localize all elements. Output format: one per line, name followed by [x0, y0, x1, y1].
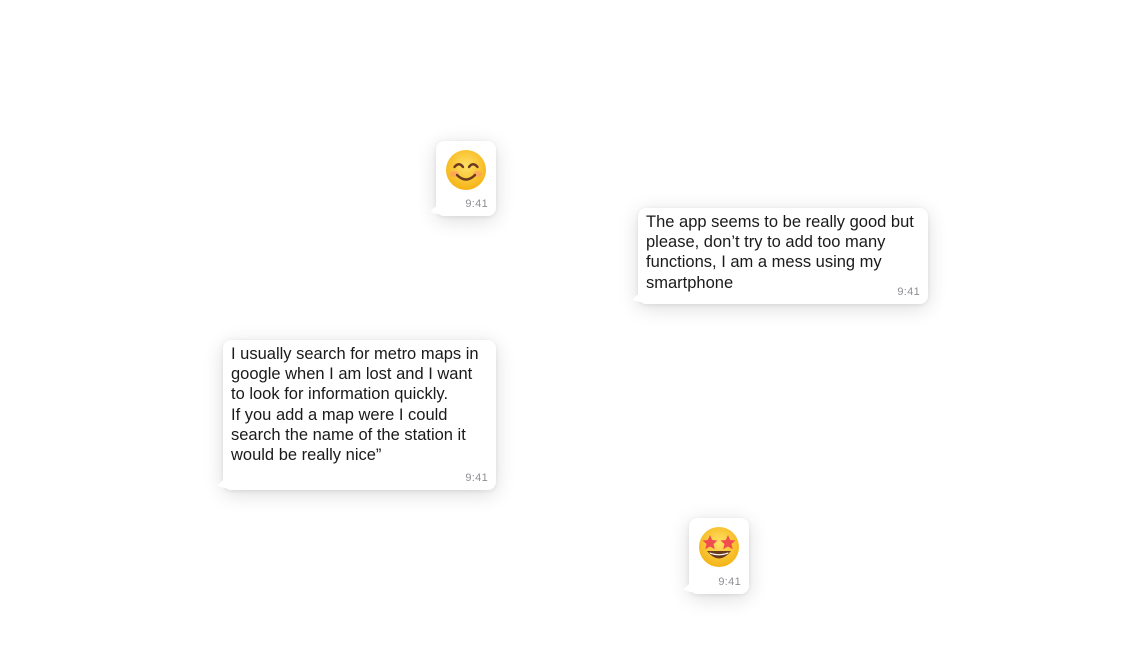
message-time: 9:41 [465, 198, 488, 210]
smiling-face-icon [446, 150, 486, 190]
message-time: 9:41 [718, 576, 741, 588]
message-text: I usually search for metro maps in googl… [231, 345, 479, 465]
star-struck-icon [699, 527, 739, 567]
message-bubble-smile[interactable]: 9:41 [436, 141, 496, 216]
message-bubble-app-feedback[interactable]: The app seems to be really good but plea… [638, 208, 928, 304]
message-bubble-metro-feedback[interactable]: I usually search for metro maps in googl… [223, 340, 496, 490]
message-time: 9:41 [897, 286, 920, 298]
message-text: The app seems to be really good but plea… [646, 213, 914, 292]
message-time: 9:41 [465, 472, 488, 484]
message-bubble-star[interactable]: 9:41 [689, 518, 749, 594]
